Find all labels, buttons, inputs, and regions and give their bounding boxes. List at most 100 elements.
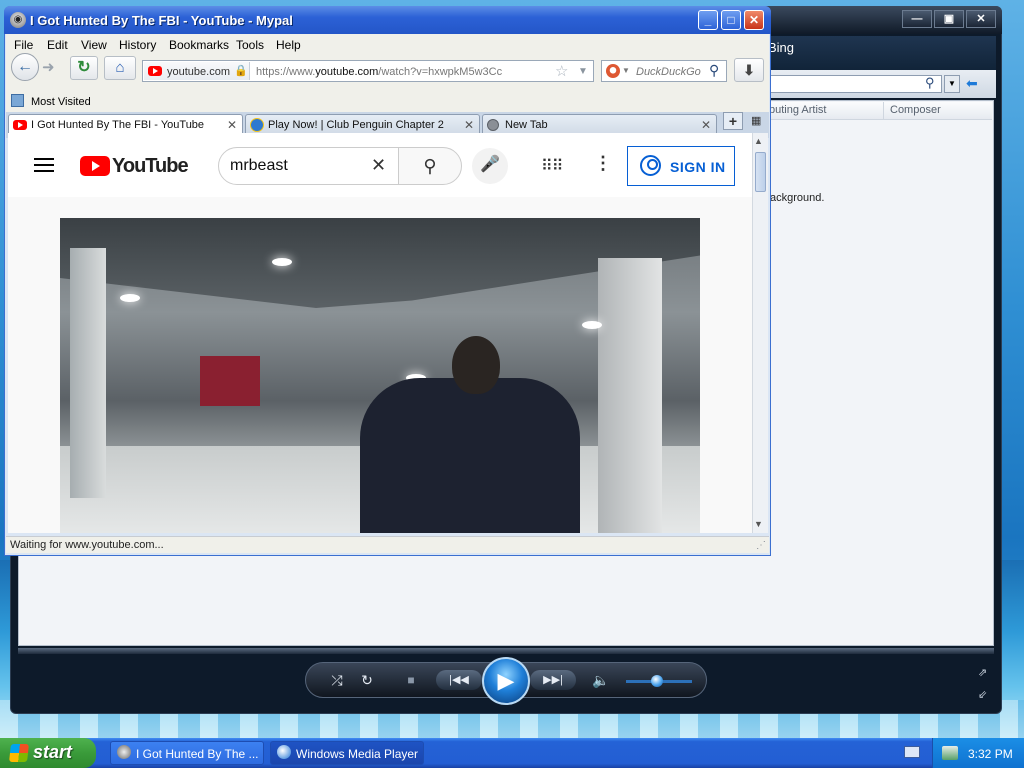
reload-icon[interactable]: ↻ xyxy=(70,56,98,80)
close-button[interactable]: ✕ xyxy=(744,10,764,30)
club-penguin-favicon-icon xyxy=(250,118,264,132)
video-frame-pillar xyxy=(598,258,662,533)
tab-label: Play Now! | Club Penguin Chapter 2 xyxy=(268,119,444,131)
back-arrow-icon[interactable]: ⬅ xyxy=(966,75,978,92)
fullscreen-icon[interactable]: ⇙ xyxy=(978,688,987,701)
lock-icon[interactable]: 🔒 xyxy=(234,64,248,77)
menu-tools[interactable]: Tools xyxy=(236,38,264,52)
url-prefix: https://www. xyxy=(256,66,316,78)
video-frame-pillar xyxy=(70,248,106,498)
url-text[interactable]: https://www.youtube.com/watch?v=hxwpkM5w… xyxy=(256,66,556,78)
menu-history[interactable]: History xyxy=(119,38,156,52)
volume-icon[interactable]: 🔈 xyxy=(592,670,610,690)
page-scrollbar[interactable] xyxy=(752,133,768,533)
url-path: /watch?v=hxwpkM5w3Cc xyxy=(378,66,503,78)
minimize-button[interactable]: _ xyxy=(698,10,718,30)
start-label: start xyxy=(33,742,73,762)
next-track-icon[interactable]: ▶▶| xyxy=(530,670,576,690)
forward-arrow-icon[interactable]: ➜ xyxy=(42,58,55,76)
scrollbar-thumb[interactable] xyxy=(755,152,766,192)
resize-grip-icon[interactable]: ⋰ xyxy=(756,540,766,551)
wmp-close-button[interactable]: ✕ xyxy=(966,10,996,28)
shuffle-icon[interactable]: ⤮ xyxy=(328,670,346,690)
column-contributing-artist[interactable]: buting Artist xyxy=(769,104,826,116)
menu-view[interactable]: View xyxy=(81,38,107,52)
youtube-logo-icon[interactable] xyxy=(80,156,110,176)
wmp-nav-bing[interactable]: Bing xyxy=(768,40,794,55)
clock[interactable]: 3:32 PM xyxy=(968,747,1013,761)
search-icon[interactable]: ⚲ xyxy=(925,75,935,91)
wmp-seek-bar[interactable] xyxy=(18,648,994,654)
wmp-library-text: ackground. xyxy=(770,192,825,204)
apps-grid-icon[interactable]: ⠿⠿ xyxy=(541,156,563,176)
duckduckgo-icon[interactable] xyxy=(606,64,620,78)
wmp-maximize-button[interactable]: ▣ xyxy=(934,10,964,28)
search-engine-placeholder: DuckDuckGo xyxy=(636,66,701,78)
menu-file[interactable]: File xyxy=(14,38,33,52)
back-arrow-icon[interactable]: ← xyxy=(11,53,39,81)
bookmark-folder-icon xyxy=(11,94,24,107)
close-tab-icon[interactable]: ✕ xyxy=(227,118,237,132)
clear-search-icon[interactable]: ✕ xyxy=(371,155,386,176)
windows-logo-icon xyxy=(9,744,29,762)
youtube-logo-text[interactable]: YouTube xyxy=(112,155,189,178)
scroll-up-icon[interactable]: ▲ xyxy=(754,136,763,146)
bookmark-star-icon[interactable]: ☆ xyxy=(555,62,568,80)
tab-list-icon[interactable]: ▦ xyxy=(751,114,761,127)
menu-edit[interactable]: Edit xyxy=(47,38,68,52)
search-icon[interactable]: ⚲ xyxy=(709,62,719,79)
chevron-down-icon[interactable]: ▼ xyxy=(944,75,960,93)
account-icon xyxy=(640,155,661,176)
search-icon[interactable]: ⚲ xyxy=(398,147,462,185)
repeat-icon[interactable]: ↻ xyxy=(358,670,376,690)
youtube-favicon-icon xyxy=(13,120,27,130)
column-composer[interactable]: Composer xyxy=(890,104,941,116)
stop-icon[interactable]: ■ xyxy=(402,670,420,690)
wmp-search-input[interactable] xyxy=(760,75,942,93)
hamburger-menu-icon[interactable] xyxy=(34,158,54,172)
download-icon[interactable]: ⬇ xyxy=(734,58,764,82)
microphone-icon[interactable]: 🎤 xyxy=(472,148,508,184)
column-separator[interactable] xyxy=(883,102,884,120)
tab-label: New Tab xyxy=(505,119,548,131)
url-host: youtube.com xyxy=(315,66,379,78)
play-icon[interactable]: ▶ xyxy=(482,657,530,705)
keyboard-language-icon[interactable] xyxy=(904,746,920,758)
globe-icon xyxy=(487,119,499,131)
menu-help[interactable]: Help xyxy=(276,38,301,52)
tab-label: I Got Hunted By The FBI - YouTube xyxy=(31,119,205,131)
url-history-dropdown-icon[interactable]: ▼ xyxy=(578,66,588,77)
video-frame-person-head xyxy=(452,336,500,394)
switch-to-now-playing-icon[interactable]: ⇗ xyxy=(978,666,987,679)
bookmark-most-visited[interactable]: Most Visited xyxy=(31,96,91,108)
video-frame-sign xyxy=(200,356,260,406)
youtube-search-value: mrbeast xyxy=(230,157,288,174)
windows-media-player-icon xyxy=(277,745,291,759)
taskbar-button-label: I Got Hunted By The ... xyxy=(136,747,259,761)
mypal-app-icon xyxy=(117,745,131,759)
volume-slider-knob[interactable] xyxy=(651,675,663,687)
video-frame-person xyxy=(360,378,580,533)
sign-in-label: SIGN IN xyxy=(670,159,726,175)
home-icon[interactable]: ⌂ xyxy=(104,56,136,80)
video-frame-light xyxy=(120,294,140,302)
search-engine-dropdown-icon[interactable]: ▼ xyxy=(622,66,630,75)
taskbar-button-label: Windows Media Player xyxy=(296,747,419,761)
wmp-minimize-button[interactable]: — xyxy=(902,10,932,28)
new-tab-button[interactable]: + xyxy=(723,112,743,130)
browser-window-title: I Got Hunted By The FBI - YouTube - Mypa… xyxy=(30,13,293,28)
site-identity-domain: youtube.com xyxy=(167,66,230,78)
network-icon[interactable] xyxy=(942,746,958,760)
video-player[interactable] xyxy=(60,218,700,533)
maximize-button[interactable]: □ xyxy=(721,10,741,30)
status-text: Waiting for www.youtube.com... xyxy=(10,539,164,551)
previous-track-icon[interactable]: |◀◀ xyxy=(436,670,482,690)
video-frame-light xyxy=(272,258,292,266)
scroll-down-icon[interactable]: ▼ xyxy=(754,519,763,529)
video-frame-light xyxy=(582,321,602,329)
more-options-icon[interactable]: ⋮ xyxy=(594,153,612,174)
menu-bookmarks[interactable]: Bookmarks xyxy=(169,38,229,52)
close-tab-icon[interactable]: ✕ xyxy=(701,118,711,132)
mypal-app-icon[interactable]: ◉ xyxy=(10,12,26,28)
close-tab-icon[interactable]: ✕ xyxy=(464,118,474,132)
